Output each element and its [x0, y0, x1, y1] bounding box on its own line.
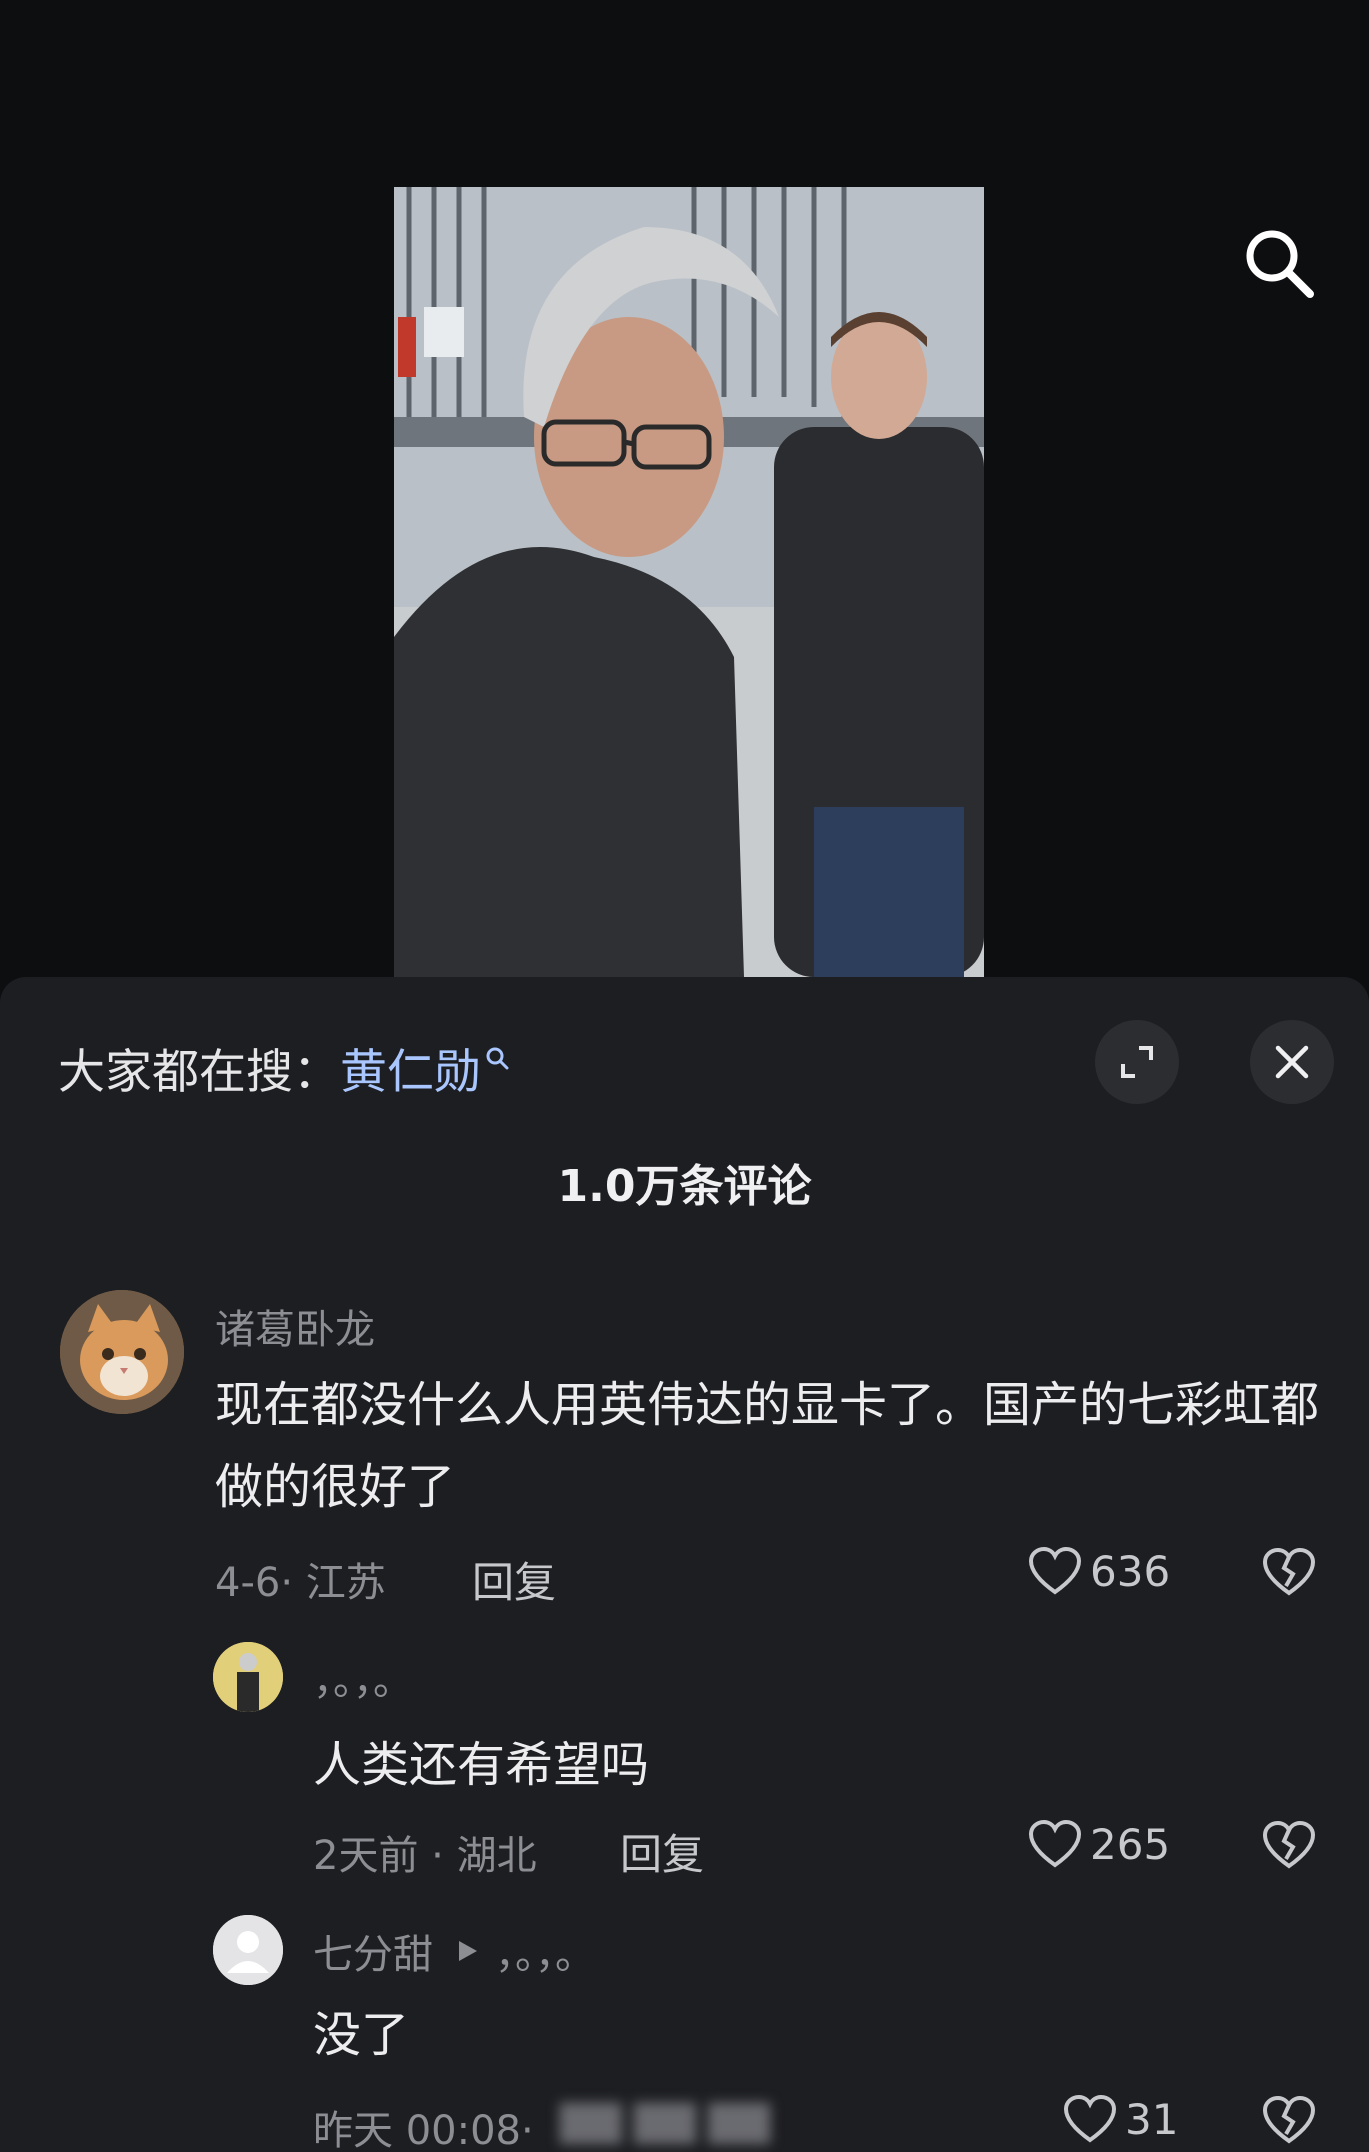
avatar[interactable]	[60, 1290, 184, 1414]
video-player[interactable]	[394, 187, 984, 977]
expand-icon	[1121, 1046, 1153, 1078]
comment-username[interactable]: ，。，。	[313, 1648, 413, 1706]
like-button[interactable]: 31	[1063, 2094, 1178, 2144]
comment-count-title: 1.0万条评论	[557, 1161, 812, 1212]
heart-icon	[1028, 1819, 1082, 1868]
hot-search-bar[interactable]: 大家都在搜： 黄仁勋	[58, 1033, 511, 1102]
search-icon	[1246, 230, 1314, 298]
like-button[interactable]: 636	[1028, 1546, 1170, 1596]
broken-heart-icon	[1262, 2095, 1316, 2144]
like-count: 636	[1090, 1546, 1171, 1596]
like-count: 265	[1090, 1819, 1171, 1869]
comment-date: 昨天 00:08	[313, 2108, 521, 2152]
broken-heart-icon	[1262, 1820, 1316, 1869]
like-button[interactable]: 265	[1028, 1819, 1170, 1869]
user-avatar-image	[213, 1642, 283, 1712]
close-button[interactable]	[1250, 1020, 1334, 1104]
comment-date: 2天前	[313, 1833, 419, 1879]
comment-location: 湖北	[456, 1833, 537, 1879]
default-user-icon	[213, 1915, 283, 1985]
cat-avatar-image	[60, 1290, 184, 1414]
comment-meta: 2天前 · 湖北	[313, 1833, 537, 1879]
close-icon	[1275, 1045, 1309, 1079]
video-frame-image	[394, 187, 984, 977]
comment-meta: 昨天 00:08·	[313, 2108, 534, 2152]
comment-location: 江苏	[305, 1560, 386, 1606]
avatar[interactable]	[213, 1642, 283, 1712]
comment-text: 现在都没什么人用英伟达的显卡了。国产的七彩虹都做的很好了	[215, 1377, 1320, 1515]
comment-date: 4-6	[215, 1560, 281, 1606]
expand-button[interactable]	[1095, 1020, 1179, 1104]
comment-text: 没了	[313, 2007, 410, 2063]
heart-icon	[1063, 2094, 1117, 2143]
broken-heart-icon	[1262, 1547, 1316, 1596]
avatar[interactable]	[213, 1915, 283, 1985]
dislike-button[interactable]	[1262, 1546, 1316, 1602]
search-small-icon	[486, 1047, 509, 1069]
hot-search-prefix: 大家都在搜：	[58, 1045, 340, 1100]
search-button[interactable]	[1238, 222, 1318, 302]
reply-button[interactable]: 回复	[620, 1821, 704, 1882]
app-screen: 大家都在搜： 黄仁勋 1.0万条评论 诸葛卧龙 现在都没什么人用英伟达的显卡了。…	[0, 0, 1369, 2152]
reply-button[interactable]: 回复	[472, 1549, 556, 1610]
dislike-button[interactable]	[1262, 1819, 1316, 1875]
hot-search-keyword[interactable]: 黄仁勋	[340, 1033, 481, 1102]
comment-username[interactable]: 诸葛卧龙	[215, 1297, 375, 1355]
blurred-content: ▇▇ ▇▇ ▇▇	[560, 2098, 770, 2144]
heart-icon	[1028, 1546, 1082, 1595]
dislike-button[interactable]	[1262, 2094, 1316, 2150]
reply-to-username[interactable]: ，。，。	[495, 1922, 595, 1980]
like-count: 31	[1125, 2094, 1179, 2144]
comment-text: 人类还有希望吗	[313, 1737, 650, 1793]
comment-username[interactable]: 七分甜	[313, 1922, 433, 1980]
comment-meta: 4-6· 江苏	[215, 1560, 386, 1606]
reply-arrow-icon	[459, 1941, 477, 1961]
comment-username-row: 七分甜 ，。，。	[313, 1922, 595, 1980]
